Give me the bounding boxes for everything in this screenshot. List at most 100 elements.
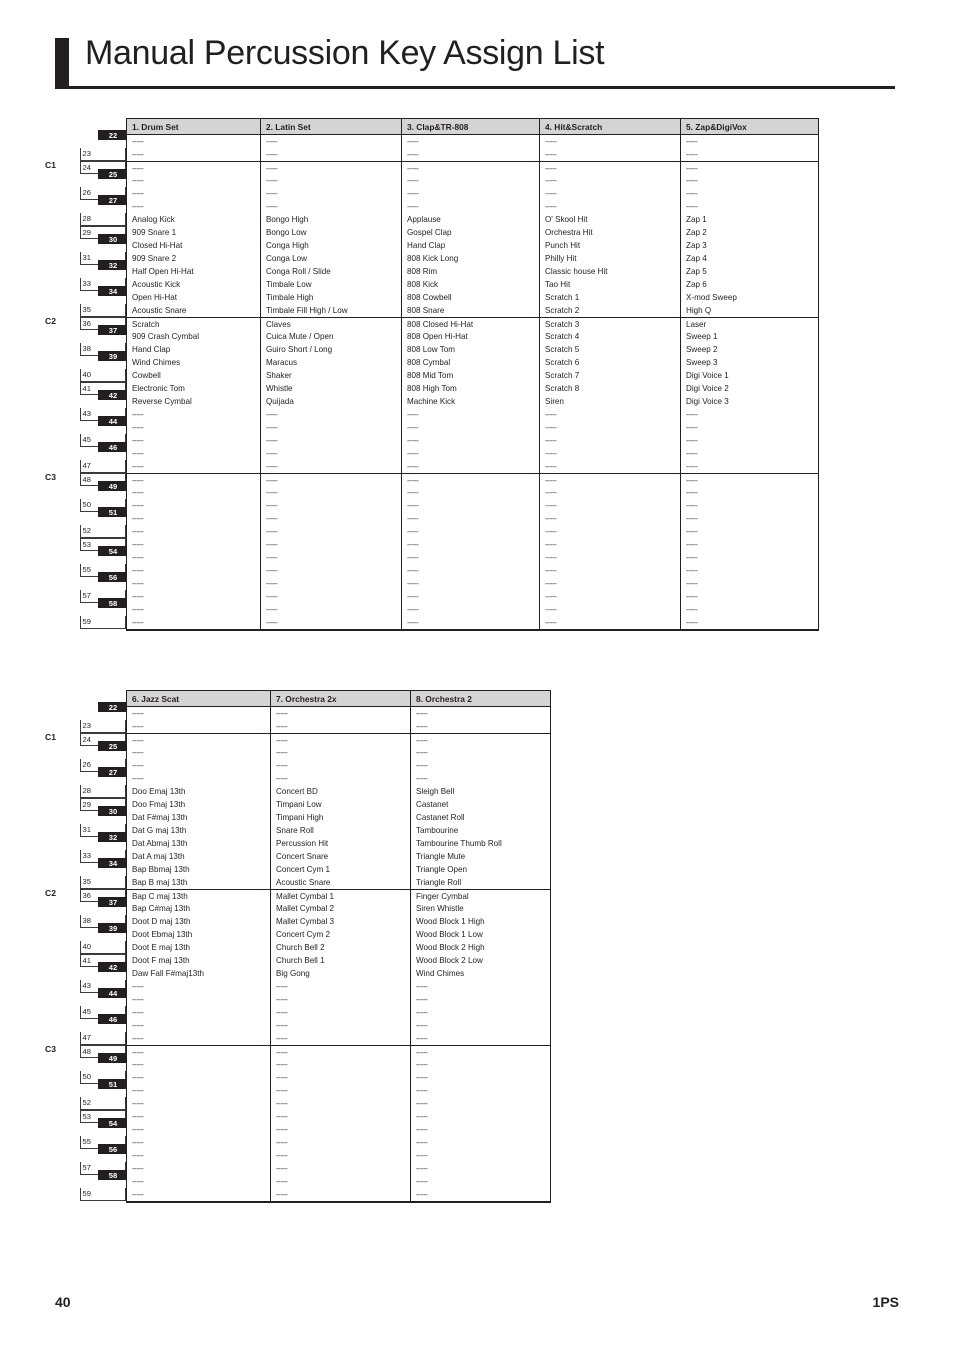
keyboard-row: 27 [62,194,126,213]
table-cell: ----- [686,449,698,458]
keyboard-row: 23 [62,148,126,161]
white-key: 23 [80,720,126,733]
table-cell: Digi Voice 3 [686,397,729,406]
table-cell: 909 Crash Cymbal [132,332,200,341]
table-cell: ----- [545,488,557,497]
footer-document-code: 1PS [872,1294,899,1310]
table-cell: ----- [132,423,144,432]
table-cell: ----- [686,501,698,510]
white-key-number: 33 [82,851,91,860]
white-key-number: 59 [82,1189,91,1198]
white-key-number: 23 [82,149,91,158]
keyboard-row: 35 [62,876,126,889]
black-key-number: 46 [108,442,118,452]
black-key-number: 42 [108,390,118,400]
table-cell: Acoustic Snare [132,306,187,315]
white-key-number: 45 [82,1007,91,1016]
black-key: 46 [98,441,126,452]
black-key-number: 39 [108,351,118,361]
black-key: 49 [98,480,126,491]
piano-keyboard-diagram: 22 23 24 C1 25 26 27 28 29 30 31 32 33 34 35 36 C2 37 38 39… [45,129,126,629]
white-key-number: 29 [82,800,91,809]
octave-label: C3 [45,1044,56,1054]
table-cell: Sweep 1 [686,332,718,341]
keyboard-row: 59 [62,616,126,629]
table-cell: ----- [686,605,698,614]
table-cell: 808 Closed Hi-Hat [402,317,539,330]
table-cell: Acoustic Snare [276,878,331,887]
column-header: 5. Zap&DigiVox [681,118,819,135]
white-key: 52 [80,1097,126,1110]
white-key-number: 48 [82,1047,91,1056]
table-cell: ----- [416,1151,428,1160]
table-cell: ----- [407,410,419,419]
table-cell: ----- [132,1177,144,1186]
table-cell: Scratch 5 [545,345,580,354]
table-cell: Bongo High [266,215,309,224]
octave-label: C1 [45,160,56,170]
column-header: 2. Latin Set [261,118,402,135]
table-cell: ----- [132,761,144,770]
keyboard-row: 51 [62,1078,126,1097]
keyboard-row: 34 [62,285,126,304]
table-cell: ----- [266,436,278,445]
black-key-number: 25 [108,169,118,179]
table-cell: ----- [407,189,419,198]
table-cell: ----- [416,1190,428,1199]
column-header: 4. Hit&Scratch [540,118,681,135]
table-cell: ----- [681,161,818,174]
white-key-number: 55 [82,565,91,574]
white-key-number: 29 [82,228,91,237]
table-cell: ----- [276,1177,288,1186]
table-cell: Church Bell 2 [276,943,325,952]
table-cell: Hand Clap [407,241,446,250]
black-key: 37 [98,324,126,335]
table-cell: Conga High [266,241,309,250]
table-cell: ----- [416,709,428,718]
white-key-number: 35 [82,877,91,886]
black-key: 44 [98,415,126,426]
octave-label: C2 [45,316,56,326]
keyboard-row: 37 [62,324,126,343]
table-cell: Big Gong [276,969,310,978]
table-cell: ----- [407,137,419,146]
table-cell: Concert Cym 1 [276,865,330,874]
table-cell: ----- [132,1125,144,1134]
table-cell: ----- [402,473,539,486]
white-key-number: 47 [82,461,91,470]
keyboard-row: 54 [62,1117,126,1136]
black-key: 51 [98,506,126,517]
table-cell: ----- [416,1021,428,1030]
table-cell: ----- [407,436,419,445]
table-cell: Timbale High [266,293,314,302]
table-column: ----- ----- ----- ----- ----- ----- Sleigh Bel… [411,707,551,1201]
table-cell: Applause [407,215,441,224]
keyboard-row: 47 [62,460,126,473]
table-header-row: 6. Jazz Scat 7. Orchestra 2x 8. Orchestra … [126,690,551,707]
table-cell: Bap B maj 13th [132,878,188,887]
table-cell: Tambourine [416,826,459,835]
table-cell: 808 Low Tom [407,345,455,354]
black-key: 37 [98,896,126,907]
table-cell: Mallet Cymbal 1 [271,889,410,902]
table-cell: O' Skool Hit [545,215,588,224]
white-key-number: 45 [82,435,91,444]
table-cell: ----- [545,540,557,549]
table-cell: ----- [266,501,278,510]
keyboard-row: 25 [62,740,126,759]
keyboard-row: 37 [62,896,126,915]
table-cell: Conga Roll / Slide [266,267,331,276]
table-cell: Digi Voice 1 [686,371,729,380]
black-key-number: 27 [108,195,118,205]
table-cell: Electronic Tom [132,384,185,393]
table-cell: ----- [686,566,698,575]
black-key: 27 [98,766,126,777]
table-cell: ----- [407,449,419,458]
table-column: ----- ----- ----- ----- ----- ----- O' Skool H… [540,135,681,629]
table-cell: Punch Hit [545,241,581,250]
table-cell: Mallet Cymbal 2 [276,904,335,913]
table-cell: ----- [271,1045,410,1058]
table-cell: Mallet Cymbal 3 [276,917,335,926]
table-cell: ----- [132,553,144,562]
table-cell: Scratch 6 [545,358,580,367]
